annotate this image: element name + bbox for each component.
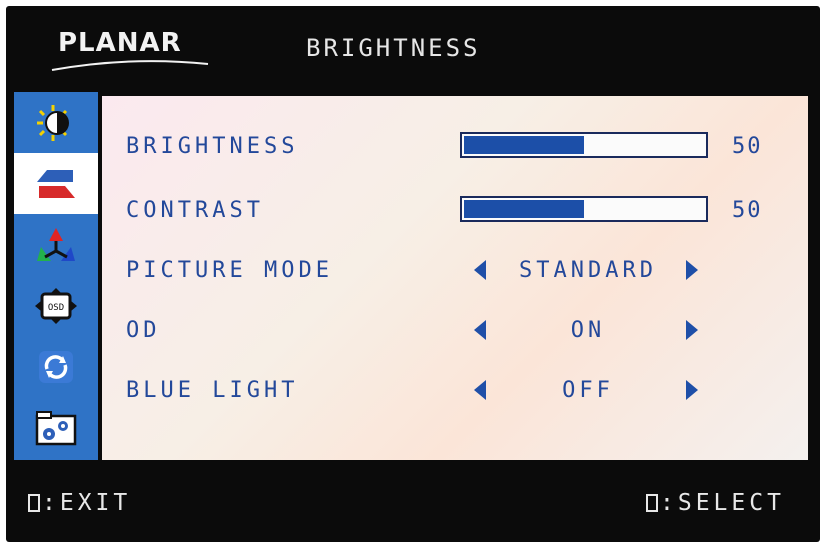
- contrast-slider[interactable]: [460, 196, 708, 222]
- sidebar-item-setup[interactable]: [14, 397, 98, 458]
- menu-panel: BRIGHTNESS 50 CONTRAST 50 PICTURE MODE S…: [102, 96, 808, 460]
- sidebar-item-osd[interactable]: OSD: [14, 275, 98, 336]
- contrast-slider-fill: [464, 200, 584, 218]
- select-hint[interactable]: :SELECT: [646, 490, 785, 516]
- sidebar-item-color[interactable]: [14, 214, 98, 275]
- key-1-icon: [28, 494, 40, 512]
- brand-logo: PLANAR: [58, 28, 182, 58]
- blue-light-left-arrow-icon[interactable]: [474, 380, 486, 400]
- exit-hint-label: :EXIT: [42, 490, 132, 516]
- menu-row-brightness[interactable]: BRIGHTNESS 50: [102, 130, 808, 170]
- picture-mode-label: PICTURE MODE: [126, 258, 333, 283]
- brightness-slider-fill: [464, 136, 584, 154]
- contrast-label: CONTRAST: [126, 198, 264, 223]
- sidebar: OSD: [14, 92, 98, 460]
- blue-light-label: BLUE LIGHT: [126, 378, 299, 403]
- picture-mode-value: STANDARD: [519, 258, 657, 283]
- od-right-arrow-icon[interactable]: [686, 320, 698, 340]
- key-2-icon: [646, 494, 658, 512]
- exit-hint[interactable]: :EXIT: [28, 490, 131, 516]
- picture-mode-right-arrow-icon[interactable]: [686, 260, 698, 280]
- osd-footer: :EXIT :SELECT: [6, 470, 820, 542]
- page-title: BRIGHTNESS: [306, 34, 481, 62]
- brightness-slider[interactable]: [460, 132, 708, 158]
- sidebar-item-reset[interactable]: [14, 336, 98, 397]
- select-hint-label: :SELECT: [660, 490, 785, 516]
- osd-icon: OSD: [35, 287, 77, 324]
- sidebar-item-image[interactable]: [14, 153, 98, 214]
- brightness-contrast-icon: [37, 104, 69, 141]
- reset-icon: [39, 350, 73, 383]
- menu-row-od[interactable]: OD ON: [102, 314, 808, 354]
- svg-text:OSD: OSD: [48, 303, 64, 313]
- color-icon: [37, 227, 75, 261]
- logo-swoosh-icon: [51, 60, 209, 71]
- image-settings-icon: [37, 169, 75, 198]
- menu-row-contrast[interactable]: CONTRAST 50: [102, 194, 808, 234]
- blue-light-value: OFF: [562, 378, 614, 403]
- osd-frame: PLANAR BRIGHTNESS OSD BRIGHTNESS 50 CONT…: [6, 6, 820, 542]
- menu-row-picture-mode[interactable]: PICTURE MODE STANDARD: [102, 254, 808, 294]
- sidebar-item-brightness[interactable]: [14, 92, 98, 153]
- setup-icon: [35, 410, 77, 445]
- od-left-arrow-icon[interactable]: [474, 320, 486, 340]
- osd-header: PLANAR BRIGHTNESS: [6, 6, 820, 90]
- menu-row-blue-light[interactable]: BLUE LIGHT OFF: [102, 374, 808, 414]
- blue-light-right-arrow-icon[interactable]: [686, 380, 698, 400]
- picture-mode-left-arrow-icon[interactable]: [474, 260, 486, 280]
- od-value: ON: [570, 318, 606, 343]
- contrast-value: 50: [732, 198, 763, 223]
- od-label: OD: [126, 318, 161, 343]
- brightness-label: BRIGHTNESS: [126, 134, 299, 159]
- brightness-value: 50: [732, 134, 763, 159]
